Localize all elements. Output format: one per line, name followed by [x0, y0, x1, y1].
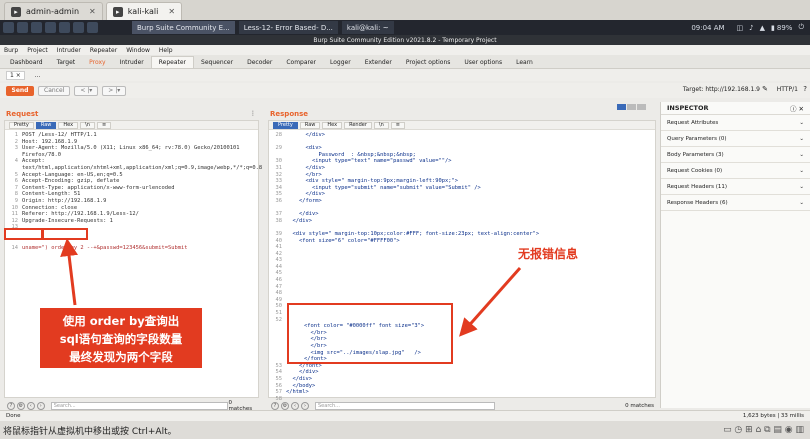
arrow-right — [459, 267, 522, 337]
annotation-arrows — [60, 238, 522, 337]
annotation-right-text: 无报错信息 — [517, 247, 578, 261]
annotation-left-text: 使用 order by查询出 sql语句查询的字段数量 最终发现为两个字段 — [40, 308, 202, 368]
arrow-left — [60, 238, 79, 306]
